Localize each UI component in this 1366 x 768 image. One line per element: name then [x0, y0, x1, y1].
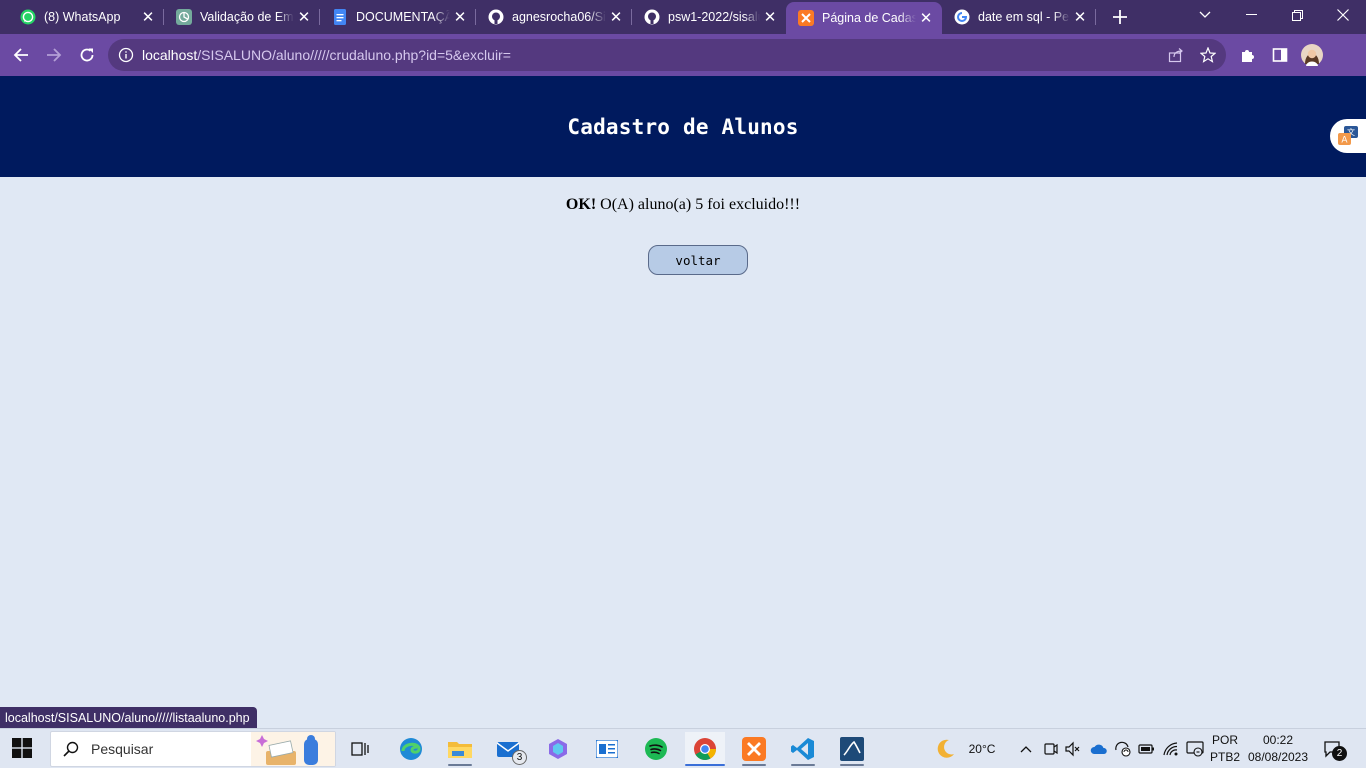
running-indicator — [448, 764, 472, 766]
page-header: Cadastro de Alunos — [0, 76, 1366, 177]
tab-github-psw1[interactable]: psw1-2022/sisalu ✕ — [632, 0, 786, 34]
running-indicator — [685, 764, 725, 766]
file-explorer-icon[interactable] — [440, 732, 480, 766]
tab-title: DOCUMENTAÇÃO — [356, 10, 450, 24]
tab-github-agnes[interactable]: agnesrocha06/Si ✕ — [476, 0, 632, 34]
link-status-bubble: localhost/SISALUNO/aluno/////listaaluno.… — [0, 707, 257, 728]
search-placeholder: Pesquisar — [91, 741, 154, 757]
tab-title: (8) WhatsApp — [44, 10, 121, 24]
weather-temperature[interactable]: 20°C — [962, 729, 1002, 768]
meet-now-icon[interactable] — [1040, 729, 1062, 768]
onedrive-icon[interactable] — [1088, 729, 1110, 768]
tab-title: psw1-2022/sisalu — [668, 10, 760, 24]
tab-documentacao[interactable]: DOCUMENTAÇÃO ✕ — [320, 0, 476, 34]
page-title: Cadastro de Alunos — [567, 114, 799, 139]
input-language-indicator[interactable]: POR PTB2 — [1208, 732, 1242, 766]
copilot-icon[interactable] — [538, 732, 578, 766]
tab-whatsapp[interactable]: (8) WhatsApp ✕ — [0, 0, 164, 34]
github-icon — [488, 9, 504, 25]
running-indicator — [742, 764, 766, 766]
close-tab-icon[interactable]: ✕ — [916, 8, 936, 28]
tab-title: Página de Cadast — [822, 11, 916, 25]
github-icon — [644, 9, 660, 25]
vscode-icon[interactable] — [783, 732, 823, 766]
tab-title: Validação de Ema — [200, 10, 294, 24]
wifi-icon[interactable] — [1160, 729, 1182, 768]
address-bar[interactable]: localhost/SISALUNO/aluno/////crudaluno.p… — [108, 39, 1226, 71]
tab-pagina-cadastro[interactable]: Página de Cadast ✕ — [786, 2, 942, 34]
close-tab-icon[interactable]: ✕ — [760, 7, 780, 27]
tab-validacao[interactable]: Validação de Ema ✕ — [164, 0, 320, 34]
windows-taskbar: Pesquisar 3 20°C POR PTB2 00:22 08/08/20… — [0, 728, 1366, 768]
google-docs-icon — [332, 9, 348, 25]
mail-badge: 3 — [512, 750, 527, 765]
taskbar-search-box[interactable]: Pesquisar — [50, 731, 336, 767]
svg-text:A: A — [1341, 136, 1348, 146]
running-indicator — [791, 764, 815, 766]
screen-cast-icon[interactable] — [1184, 729, 1206, 768]
tab-search-chevron-icon[interactable] — [1182, 0, 1228, 30]
browser-toolbar: localhost/SISALUNO/aluno/////crudaluno.p… — [0, 34, 1366, 76]
close-window-button[interactable] — [1320, 0, 1366, 30]
windows-start-icon[interactable] — [12, 738, 34, 760]
close-tab-icon[interactable]: ✕ — [606, 7, 626, 27]
success-text: O(A) aluno(a) 5 foi excluido!!! — [596, 196, 801, 213]
bookmark-star-icon[interactable] — [1196, 43, 1220, 67]
task-view-icon[interactable] — [340, 732, 380, 766]
chatgpt-icon — [176, 9, 192, 25]
back-button-voltar[interactable]: voltar — [648, 245, 748, 275]
taskbar-clock[interactable]: 00:22 08/08/2023 — [1244, 732, 1312, 766]
clock-time: 00:22 — [1262, 733, 1294, 747]
new-tab-button[interactable] — [1108, 5, 1132, 29]
extensions-puzzle-icon[interactable] — [1236, 43, 1260, 67]
success-message: OK! O(A) aluno(a) 5 foi excluido!!! — [0, 196, 1366, 214]
clock-date: 08/08/2023 — [1247, 750, 1309, 764]
running-indicator — [840, 764, 864, 766]
xampp-icon — [798, 10, 814, 26]
address-path: /SISALUNO/aluno/////crudaluno.php?id=5&e… — [197, 47, 511, 63]
weather-moon-icon[interactable] — [932, 729, 958, 768]
mail-icon[interactable]: 3 — [489, 732, 529, 766]
tab-separator — [1095, 9, 1096, 25]
chrome-icon[interactable] — [685, 732, 725, 766]
translate-extension-icon[interactable]: 文A — [1330, 119, 1366, 153]
tab-strip: (8) WhatsApp ✕ Validação de Ema ✕ DOCUME… — [0, 0, 1366, 34]
share-icon[interactable] — [1164, 43, 1188, 67]
spotify-icon[interactable] — [636, 732, 676, 766]
show-hidden-icons-chevron-icon[interactable] — [1016, 729, 1036, 768]
volume-muted-icon[interactable] — [1062, 729, 1084, 768]
google-icon — [954, 9, 970, 25]
close-tab-icon[interactable]: ✕ — [1070, 7, 1090, 27]
language-code: POR — [1211, 733, 1238, 747]
restore-button[interactable] — [1274, 0, 1320, 30]
search-highlight-illustration-icon — [251, 732, 335, 766]
keyboard-layout: PTB2 — [1209, 750, 1240, 764]
close-tab-icon[interactable]: ✕ — [294, 7, 314, 27]
address-host: localhost — [142, 47, 198, 63]
tab-title: date em sql - Pes — [978, 10, 1070, 24]
notification-badge: 2 — [1332, 746, 1347, 761]
back-button[interactable] — [7, 41, 35, 69]
edge-browser-icon[interactable] — [391, 732, 431, 766]
tab-title: agnesrocha06/Si — [512, 10, 606, 24]
mysql-workbench-icon[interactable] — [832, 732, 872, 766]
success-label: OK! — [565, 196, 597, 213]
whatsapp-icon — [20, 9, 36, 25]
notification-center-icon[interactable]: 2 — [1318, 729, 1348, 768]
side-panel-icon[interactable] — [1268, 43, 1292, 67]
site-info-icon[interactable] — [118, 47, 134, 63]
search-icon — [63, 741, 79, 757]
news-widget-icon[interactable] — [587, 732, 627, 766]
reload-button[interactable] — [73, 41, 101, 69]
battery-icon[interactable] — [1136, 729, 1158, 768]
minimize-button[interactable] — [1228, 0, 1274, 30]
address-url: localhost/SISALUNO/aluno/////crudaluno.p… — [142, 47, 511, 63]
xampp-taskbar-icon[interactable] — [734, 732, 774, 766]
close-tab-icon[interactable]: ✕ — [138, 7, 158, 27]
forward-button[interactable] — [40, 41, 68, 69]
close-tab-icon[interactable]: ✕ — [450, 7, 470, 27]
sync-network-icon[interactable] — [1112, 729, 1134, 768]
profile-avatar[interactable] — [1300, 43, 1324, 67]
tab-google-search[interactable]: date em sql - Pes ✕ — [942, 0, 1096, 34]
